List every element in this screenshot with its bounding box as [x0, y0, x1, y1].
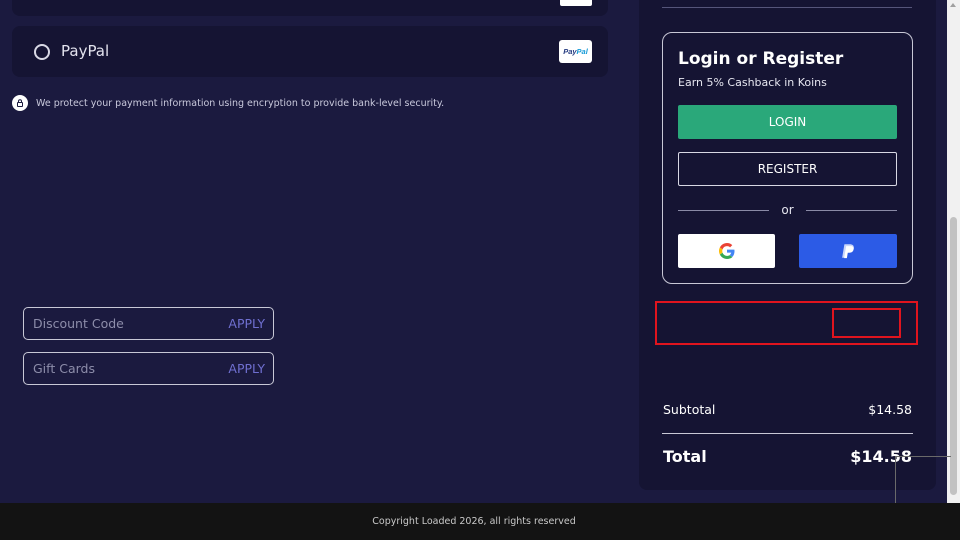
discount-code-field: APPLY: [23, 307, 274, 340]
subtotal-label: Subtotal: [663, 402, 716, 417]
paypal-option-label: PayPal: [61, 42, 110, 60]
login-title: Login or Register: [678, 49, 844, 69]
paypal-payment-option[interactable]: PayPal Pay Pal: [12, 26, 608, 77]
scrollbar-thumb[interactable]: [950, 217, 957, 495]
copyright-text: Copyright Loaded 2026, all rights reserv…: [372, 516, 576, 527]
security-notice: We protect your payment information usin…: [12, 95, 444, 111]
or-text: or: [781, 203, 794, 217]
card-brand-logo: [560, 0, 592, 6]
paypal-icon: [842, 244, 854, 259]
gift-card-field: APPLY: [23, 352, 274, 385]
paypal-logo-text-a: Pay: [563, 47, 577, 56]
gift-apply-button[interactable]: APPLY: [228, 361, 265, 376]
login-button[interactable]: LOGIN: [678, 105, 897, 139]
page-footer: Copyright Loaded 2026, all rights reserv…: [0, 503, 960, 540]
divider: [662, 7, 912, 8]
discount-code-input[interactable]: [33, 308, 213, 339]
cashback-subtitle: Earn 5% Cashback in Koins: [678, 76, 827, 89]
google-icon: [718, 243, 734, 259]
card-payment-option[interactable]: [12, 0, 608, 16]
paypal-logo-text-b: Pal: [576, 47, 588, 56]
login-register-box: Login or Register Earn 5% Cashback in Ko…: [662, 32, 913, 284]
or-separator: or: [678, 203, 897, 217]
lock-icon: [12, 95, 28, 111]
paypal-logo: Pay Pal: [559, 40, 592, 63]
page-scrollbar[interactable]: [947, 0, 960, 503]
paypal-radio[interactable]: [34, 44, 50, 60]
gift-card-input[interactable]: [33, 353, 213, 384]
scroll-up-arrow-icon[interactable]: [950, 3, 956, 7]
total-divider: [662, 433, 913, 434]
register-button[interactable]: REGISTER: [678, 152, 897, 186]
security-text: We protect your payment information usin…: [36, 97, 445, 109]
discount-apply-button[interactable]: APPLY: [228, 316, 265, 331]
or-line-left: [678, 209, 770, 211]
recaptcha-badge[interactable]: [895, 456, 951, 504]
subtotal-value: $14.58: [868, 402, 912, 417]
total-label: Total: [663, 447, 707, 466]
google-login-button[interactable]: [678, 234, 775, 268]
paypal-login-button[interactable]: [799, 234, 897, 268]
or-line-right: [805, 209, 897, 211]
